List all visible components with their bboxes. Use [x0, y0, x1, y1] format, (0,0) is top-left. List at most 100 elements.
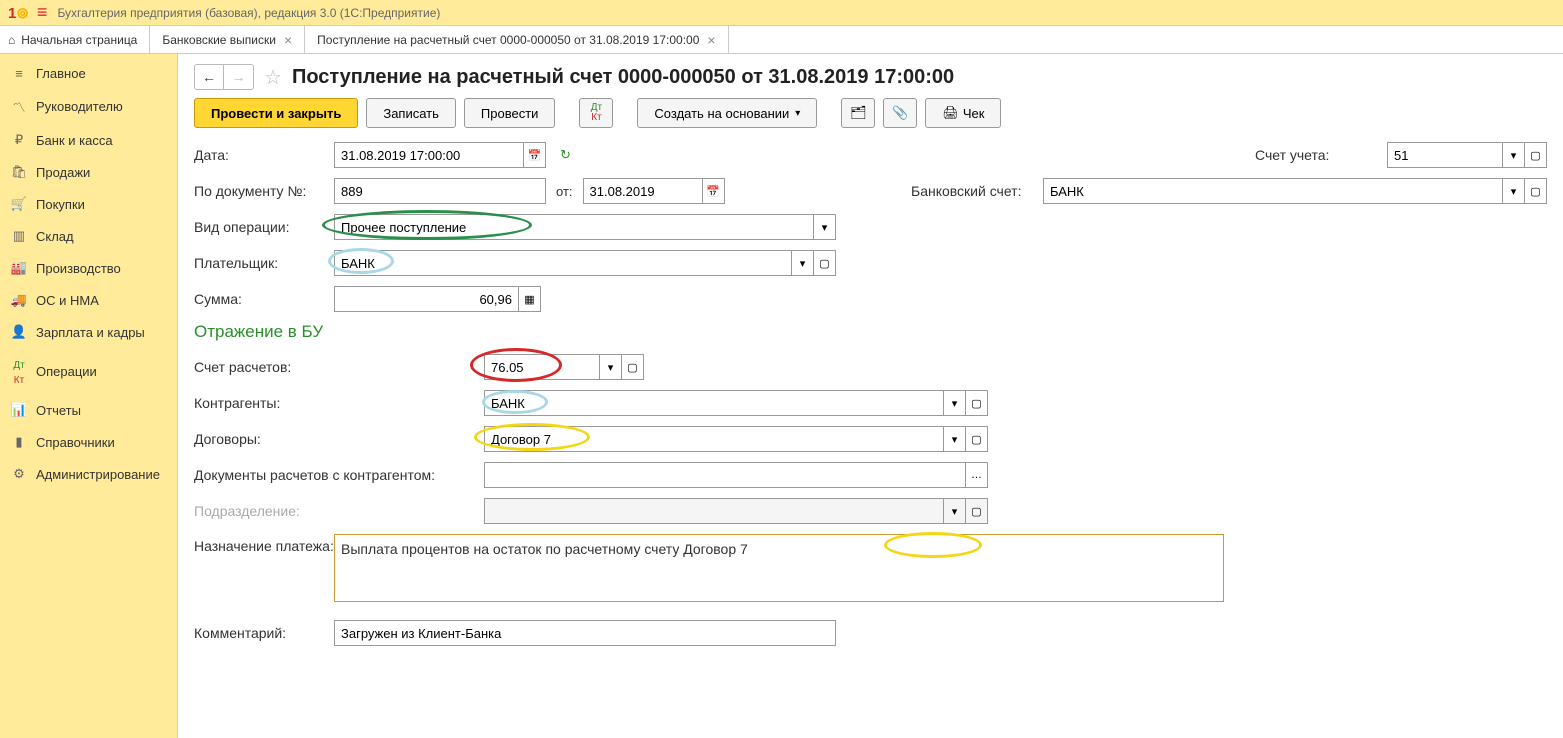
account-label: Счет учета: — [1255, 147, 1387, 163]
tab-bank-statements[interactable]: Банковские выписки × — [150, 26, 305, 53]
sum-input[interactable] — [334, 286, 519, 312]
open-icon[interactable]: ▢ — [1525, 142, 1547, 168]
date-input[interactable] — [334, 142, 524, 168]
truck-icon: 🚚 — [10, 292, 28, 308]
structure-button[interactable]: 🗂 — [841, 98, 875, 128]
sidebar-item-admin[interactable]: ⚙Администрирование — [0, 458, 177, 490]
payer-input[interactable] — [334, 250, 792, 276]
tab-bar: ⌂ Начальная страница Банковские выписки … — [0, 26, 1563, 54]
post-and-close-button[interactable]: Провести и закрыть — [194, 98, 358, 128]
dropdown-icon[interactable]: ▾ — [814, 214, 836, 240]
sidebar-item-operations[interactable]: ДтКтОперации — [0, 348, 177, 394]
sidebar-item-manager[interactable]: 〽Руководителю — [0, 89, 177, 124]
sidebar-item-assets[interactable]: 🚚ОС и НМА — [0, 284, 177, 316]
dropdown-icon[interactable]: ▾ — [944, 426, 966, 452]
sidebar-item-bank[interactable]: ₽Банк и касса — [0, 124, 177, 156]
post-button[interactable]: Провести — [464, 98, 556, 128]
comment-label: Комментарий: — [194, 625, 334, 641]
list-icon: ≡ — [10, 66, 28, 81]
open-icon[interactable]: ▢ — [622, 354, 644, 380]
section-title: Отражение в БУ — [194, 322, 1547, 342]
refresh-icon[interactable]: ↻ — [560, 147, 571, 163]
settle-docs-input[interactable] — [484, 462, 966, 488]
calendar-icon[interactable]: 📅 — [703, 178, 725, 204]
from-label: от: — [556, 184, 573, 199]
page-title: Поступление на расчетный счет 0000-00005… — [292, 66, 954, 89]
factory-icon: 🏭 — [10, 260, 28, 276]
op-type-input[interactable] — [334, 214, 814, 240]
dtkt-button[interactable]: ДтКт — [579, 98, 613, 128]
sidebar-item-hr[interactable]: 👤Зарплата и кадры — [0, 316, 177, 348]
sidebar-item-reports[interactable]: 📊Отчеты — [0, 394, 177, 426]
dropdown-icon[interactable]: ▾ — [792, 250, 814, 276]
docnum-label: По документу №: — [194, 183, 334, 199]
bank-acc-label: Банковский счет: — [911, 183, 1043, 199]
tab-label: Поступление на расчетный счет 0000-00005… — [317, 33, 699, 47]
sidebar-item-main[interactable]: ≡Главное — [0, 58, 177, 89]
sidebar-item-purchases[interactable]: 🛒Покупки — [0, 188, 177, 220]
ruble-icon: ₽ — [10, 132, 28, 148]
subdiv-label: Подразделение: — [194, 503, 484, 519]
calc-icon[interactable]: ▦ — [519, 286, 541, 312]
write-button[interactable]: Записать — [366, 98, 456, 128]
close-icon[interactable]: × — [284, 32, 292, 48]
purpose-label: Назначение платежа: — [194, 534, 334, 554]
close-icon[interactable]: × — [707, 32, 715, 48]
check-button[interactable]: 🖨 Чек — [925, 98, 1001, 128]
dropdown-icon[interactable]: ▾ — [1503, 178, 1525, 204]
open-icon[interactable]: ▢ — [814, 250, 836, 276]
sidebar-item-sales[interactable]: 🛍Продажи — [0, 156, 177, 188]
main-content: ← → ☆ Поступление на расчетный счет 0000… — [178, 54, 1563, 738]
dropdown-icon[interactable]: ▾ — [1503, 142, 1525, 168]
book-icon: ▮ — [10, 434, 28, 450]
dropdown-icon[interactable]: ▾ — [600, 354, 622, 380]
dropdown-icon[interactable]: ▾ — [944, 390, 966, 416]
ellipsis-icon[interactable]: … — [966, 462, 988, 488]
logo-1c: 1⊚ — [8, 4, 29, 22]
dropdown-icon: ▾ — [944, 498, 966, 524]
chart-icon: 〽 — [10, 97, 28, 116]
counterparty-label: Контрагенты: — [194, 395, 484, 411]
counterparty-input[interactable] — [484, 390, 944, 416]
open-icon[interactable]: ▢ — [1525, 178, 1547, 204]
open-icon[interactable]: ▢ — [966, 426, 988, 452]
home-icon: ⌂ — [8, 33, 15, 47]
settle-acc-input[interactable] — [484, 354, 600, 380]
nav-forward-button[interactable]: → — [224, 64, 254, 90]
chevron-down-icon: ▾ — [795, 108, 800, 119]
contract-label: Договоры: — [194, 431, 484, 447]
comment-input[interactable] — [334, 620, 836, 646]
gear-icon: ⚙ — [10, 466, 28, 482]
bars-icon: 📊 — [10, 402, 28, 418]
sidebar-item-catalogs[interactable]: ▮Справочники — [0, 426, 177, 458]
sidebar-item-production[interactable]: 🏭Производство — [0, 252, 177, 284]
tab-label: Начальная страница — [21, 33, 137, 47]
document-toolbar: Провести и закрыть Записать Провести ДтК… — [194, 98, 1547, 128]
attach-button[interactable]: 📎 — [883, 98, 917, 128]
subdiv-input — [484, 498, 944, 524]
calendar-icon[interactable]: 📅 — [524, 142, 546, 168]
sum-label: Сумма: — [194, 291, 334, 307]
app-title: Бухгалтерия предприятия (базовая), редак… — [57, 6, 440, 20]
docnum-input[interactable] — [334, 178, 546, 204]
menu-icon[interactable]: ≡ — [37, 2, 48, 23]
sidebar: ≡Главное 〽Руководителю ₽Банк и касса 🛍Пр… — [0, 54, 178, 738]
payer-label: Плательщик: — [194, 255, 334, 271]
contract-input[interactable] — [484, 426, 944, 452]
tab-label: Банковские выписки — [162, 33, 276, 47]
tab-home[interactable]: ⌂ Начальная страница — [0, 26, 150, 53]
date-label: Дата: — [194, 147, 334, 163]
open-icon[interactable]: ▢ — [966, 390, 988, 416]
sidebar-item-warehouse[interactable]: ▥Склад — [0, 220, 177, 252]
tab-receipt[interactable]: Поступление на расчетный счет 0000-00005… — [305, 26, 728, 53]
create-based-button[interactable]: Создать на основании▾ — [637, 98, 817, 128]
nav-back-button[interactable]: ← — [194, 64, 224, 90]
account-input[interactable] — [1387, 142, 1503, 168]
settle-docs-label: Документы расчетов с контрагентом: — [194, 467, 484, 483]
favorite-icon[interactable]: ☆ — [264, 65, 282, 90]
bank-acc-input[interactable] — [1043, 178, 1503, 204]
purpose-textarea[interactable]: Выплата процентов на остаток по расчетно… — [334, 534, 1224, 602]
from-date-input[interactable] — [583, 178, 703, 204]
person-icon: 👤 — [10, 324, 28, 340]
open-icon: ▢ — [966, 498, 988, 524]
